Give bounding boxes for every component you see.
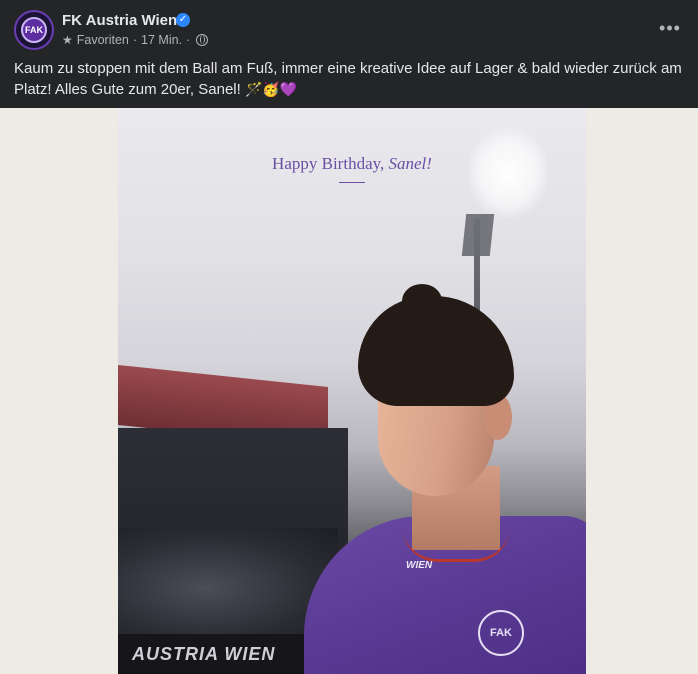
greeting-name: Sanel! — [388, 154, 432, 173]
post-meta: ★ Favoriten · 17 Min. · — [62, 33, 209, 47]
advertising-board: AUSTRIA WIEN — [118, 634, 318, 674]
party-face-emoji: 🥳 — [262, 81, 280, 97]
purple-heart-emoji: 💜 — [279, 81, 298, 97]
club-crest-icon: FAK — [21, 17, 47, 43]
more-options-icon: ••• — [659, 17, 681, 38]
player-hair-curl — [402, 284, 442, 318]
more-options-button[interactable]: ••• — [656, 14, 684, 42]
globe-icon — [196, 34, 209, 46]
page-name-link[interactable]: FK Austria Wien — [62, 12, 177, 29]
post-message-text: Kaum zu stoppen mit dem Ball am Fuß, imm… — [14, 60, 682, 98]
jersey-sponsor: WIEN — [406, 560, 433, 571]
birthday-greeting: Happy Birthday, Sanel! — [118, 154, 586, 174]
post-timestamp[interactable]: 17 Min. — [141, 33, 182, 47]
jersey-crest: FAK — [478, 610, 524, 656]
player-figure: WIEN FAK — [294, 196, 586, 674]
post-media[interactable]: AUSTRIA WIEN Happy Birthday, Sanel! WIEN… — [0, 108, 698, 674]
meta-separator: · — [186, 33, 191, 47]
audience-label[interactable]: Favoriten — [77, 33, 129, 47]
page-avatar[interactable]: FAK — [14, 10, 54, 50]
facebook-post: FAK FK Austria Wien ✓ ★ Favoriten · 17 M… — [0, 0, 698, 674]
post-header: FAK FK Austria Wien ✓ ★ Favoriten · 17 M… — [0, 0, 698, 56]
magic-wand-emoji: 🪄 — [244, 81, 263, 97]
greeting-underline — [339, 182, 365, 183]
star-icon: ★ — [62, 33, 73, 47]
verified-badge-icon: ✓ — [176, 13, 190, 27]
post-message: Kaum zu stoppen mit dem Ball am Fuß, imm… — [14, 58, 694, 100]
meta-separator: · — [132, 33, 138, 47]
greeting-prefix: Happy Birthday, — [272, 154, 389, 173]
birthday-photo[interactable]: AUSTRIA WIEN Happy Birthday, Sanel! WIEN… — [118, 108, 586, 674]
